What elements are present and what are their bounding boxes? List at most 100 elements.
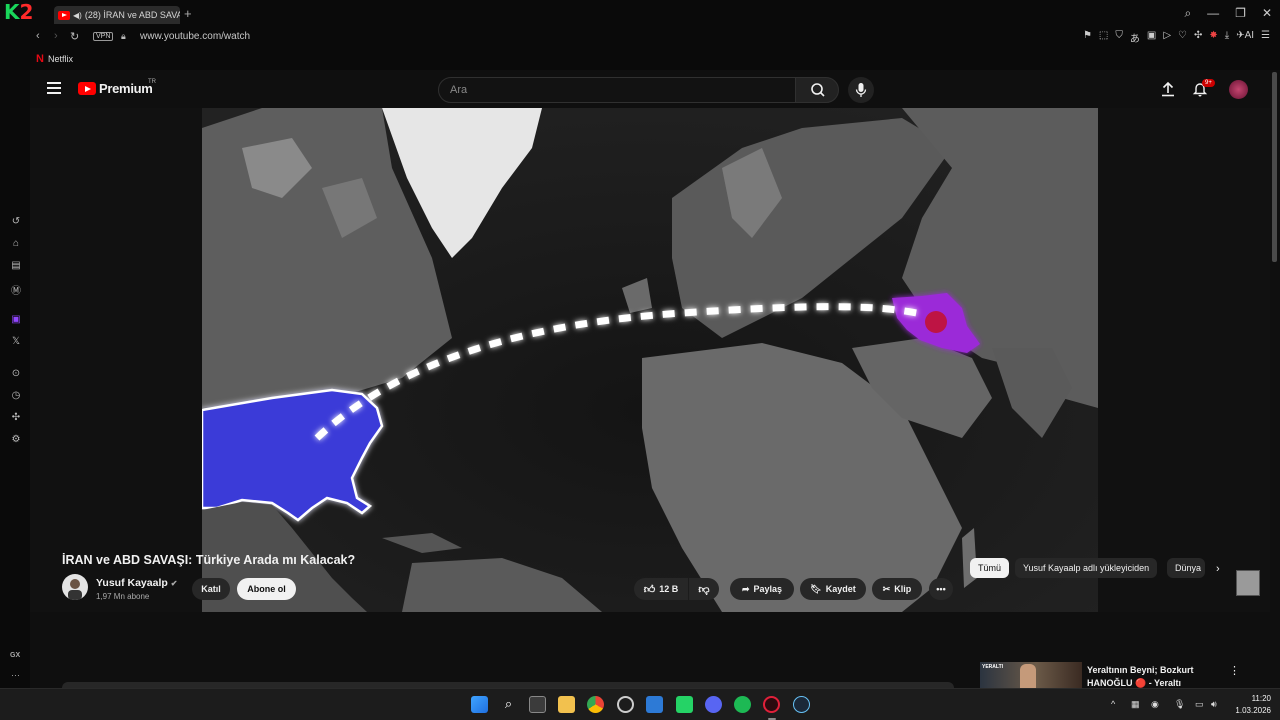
recommended-thumbnail[interactable]: YERALTI (980, 662, 1082, 688)
channel-avatar-image (68, 579, 82, 600)
microphone-icon (855, 83, 867, 97)
clip-button[interactable]: ✂ Klip (872, 578, 922, 600)
taskbar-clock[interactable]: 11:20 1.03.2026 (1229, 693, 1271, 717)
tray-mic-icon[interactable]: 🎙︎ (1174, 699, 1185, 710)
iran-marker (925, 311, 947, 333)
taskbar-search-icon[interactable]: ⌕ (500, 696, 517, 713)
browser-toolbar: ⚑ ⬚ ⛉ あ ▣ ▷ ♡ ✣ ✸ ⤓ ✈AI ☰ (1083, 30, 1270, 45)
speaker-icon[interactable]: ◀) (73, 11, 82, 20)
task-view-icon[interactable] (529, 696, 546, 713)
more-actions-button[interactable]: ••• (929, 578, 953, 600)
dislike-button[interactable]: 👎︎ (689, 578, 719, 600)
back-button[interactable]: ‹ (36, 30, 40, 42)
x-twitter-icon[interactable]: 𝕏 (9, 336, 23, 347)
openai-icon[interactable] (617, 696, 634, 713)
recommended-more-icon[interactable]: ⋮ (1229, 664, 1240, 677)
video-frame[interactable] (202, 108, 1098, 612)
thumbs-up-icon: 👍︎ (643, 583, 656, 596)
browser-tabbar (0, 0, 1280, 28)
tray-app-icon[interactable]: ▦ (1131, 699, 1140, 710)
discord-icon[interactable] (705, 696, 722, 713)
channel-name[interactable]: Yusuf Kayaalp ✔ (96, 577, 177, 589)
recommended-title[interactable]: Yeraltının Beyni; Bozkurt HANOĞLU 🔴 - Ye… (1087, 664, 1227, 688)
save-button[interactable]: 🔖︎ Kaydet (800, 578, 866, 600)
close-button[interactable]: ✕ (1262, 6, 1272, 21)
search-tabs-icon[interactable]: ⌕ (1184, 6, 1191, 21)
netflix-icon: N (36, 53, 44, 65)
opera-gx-logo[interactable]: K2 (4, 1, 46, 23)
like-button[interactable]: 👍︎ 12 B (634, 578, 688, 600)
settings-icon[interactable]: ⚙ (9, 434, 23, 445)
chip-world[interactable]: Dünya (1167, 558, 1205, 578)
hamburger-menu-icon[interactable] (47, 82, 61, 94)
gx-control-icon[interactable]: ↺ (9, 216, 23, 227)
thumbnail-face (1020, 664, 1036, 688)
lock-icon[interactable]: 🔒︎ (121, 31, 126, 42)
player-icon[interactable]: ⊙ (9, 368, 23, 379)
page-scrollbar[interactable] (1272, 72, 1277, 262)
translate-icon[interactable]: あ (1130, 30, 1140, 45)
tray-steam-icon[interactable]: ◉ (1151, 699, 1159, 710)
pip-icon[interactable]: ▣ (1147, 30, 1156, 45)
gx-corner-icon[interactable]: ⌂ (9, 238, 23, 249)
snapshot-icon[interactable]: ⬚ (1099, 30, 1108, 45)
opera-gx-taskbar-icon[interactable] (763, 696, 780, 713)
tray-display-icon[interactable]: ▭ (1195, 699, 1204, 710)
share-button[interactable]: ➦ Paylaş (730, 578, 794, 600)
chip-all[interactable]: Tümü (970, 558, 1010, 578)
download-icon[interactable]: ⤓ (1225, 30, 1229, 45)
gx-label[interactable]: GX (10, 652, 20, 659)
notification-badge: 9+ (1202, 79, 1215, 87)
creator-thumbnail[interactable] (1236, 570, 1260, 596)
youtube-page: Premium TR 9+ (30, 70, 1270, 688)
search-icon (811, 83, 825, 97)
forward-button[interactable]: › (54, 30, 58, 42)
gx-mod-icon[interactable]: ✸ (1209, 30, 1217, 45)
twitch-icon[interactable]: ▣ (9, 314, 23, 325)
account-avatar[interactable] (1229, 80, 1248, 99)
bookmark-netflix[interactable]: N Netflix (36, 53, 73, 65)
chip-from-uploader[interactable]: Yusuf Kayaalp adlı yükleyiciden (1015, 558, 1158, 578)
aria-ai-button[interactable]: ✈AI (1236, 30, 1254, 45)
easy-setup-icon[interactable]: ☰ (1261, 30, 1270, 45)
new-tab-button[interactable]: + (184, 6, 192, 21)
youtube-premium-logo[interactable]: Premium TR (78, 79, 156, 96)
play-icon[interactable]: ▷ (1163, 30, 1171, 45)
sidebar-more-icon[interactable]: ··· (11, 670, 20, 680)
url-field[interactable]: www.youtube.com/watch (140, 31, 250, 42)
tray-volume-icon[interactable]: 🔊︎ (1211, 699, 1217, 710)
tray-overflow-icon[interactable]: ^ (1111, 699, 1115, 709)
browser-tab-active[interactable]: ◀) (28) İRAN ve ABD SAVAŞ (54, 6, 180, 24)
chips-next-icon[interactable]: › (1216, 563, 1220, 575)
gx-cleaner-icon[interactable]: ▤ (9, 260, 23, 271)
spotify-icon[interactable] (734, 696, 751, 713)
windows-start-icon[interactable] (471, 696, 488, 713)
minimize-button[interactable]: — (1207, 6, 1219, 21)
messenger-icon[interactable]: Ⓜ (9, 282, 23, 297)
shield-icon[interactable]: ⛉ (1115, 30, 1123, 45)
video-player[interactable] (30, 108, 1270, 612)
whatsapp-icon[interactable] (676, 696, 693, 713)
upload-button[interactable] (1160, 81, 1176, 102)
bookmark-icon[interactable]: ⚑ (1083, 30, 1092, 45)
search-input[interactable] (439, 78, 795, 102)
upload-icon (1162, 81, 1174, 97)
steam-icon[interactable] (793, 696, 810, 713)
opera-sidebar: ↺ ⌂ ▤ Ⓜ ▣ 𝕏 ⊙ ◷ ✣ ⚙ (0, 70, 30, 688)
share-icon: ➦ (741, 583, 750, 594)
photos-icon[interactable] (646, 696, 663, 713)
reload-button[interactable]: ↻ (70, 30, 79, 43)
search-button[interactable] (795, 77, 839, 103)
vpn-badge[interactable]: VPN (93, 32, 114, 41)
channel-avatar[interactable] (62, 574, 88, 600)
extensions-icon[interactable]: ✣ (1194, 30, 1202, 45)
join-button[interactable]: Katıl (192, 578, 230, 600)
extensions-sidebar-icon[interactable]: ✣ (9, 412, 23, 423)
file-explorer-icon[interactable] (558, 696, 575, 713)
voice-search-button[interactable] (848, 77, 874, 103)
history-icon[interactable]: ◷ (9, 390, 23, 401)
subscribe-button[interactable]: Abone ol (237, 578, 296, 600)
chrome-icon[interactable] (587, 696, 604, 713)
maximize-button[interactable]: ❐ (1235, 6, 1246, 21)
heart-icon[interactable]: ♡ (1178, 30, 1187, 45)
